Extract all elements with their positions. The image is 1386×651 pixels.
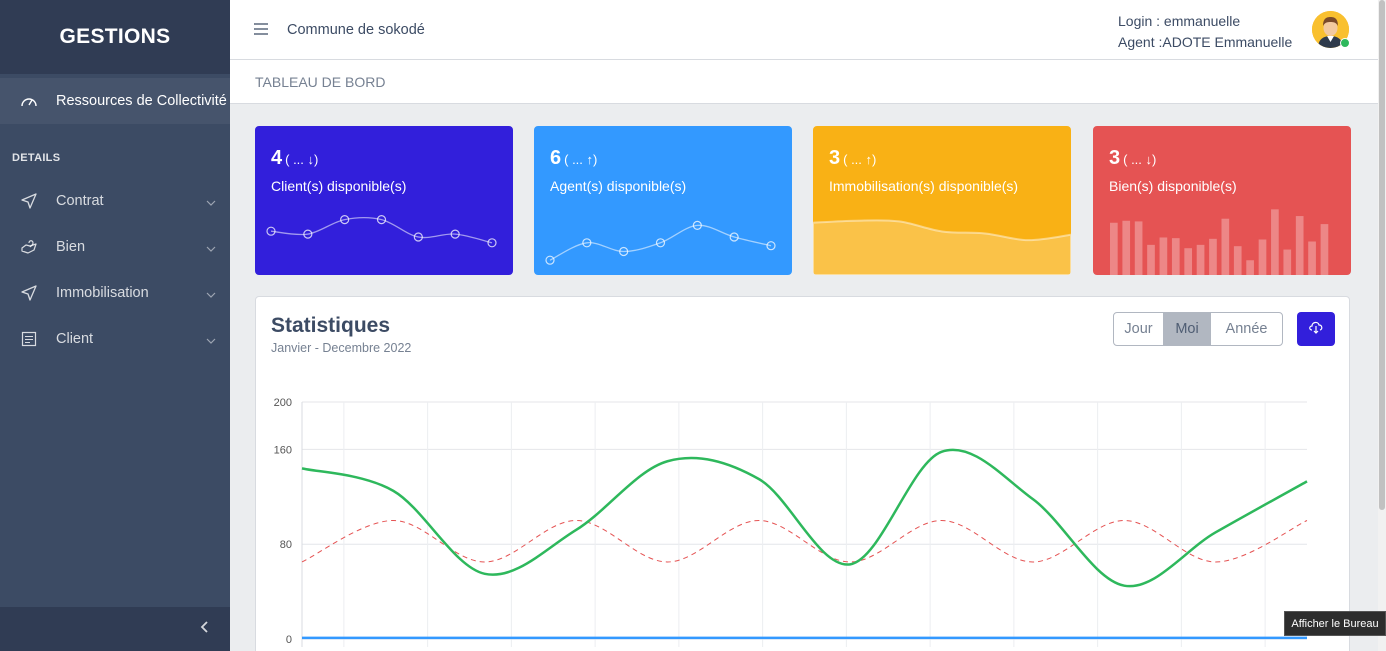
nav-item-label: Immobilisation — [56, 285, 149, 301]
y-tick-label: 80 — [280, 539, 292, 551]
nav-item-label: Contrat — [56, 193, 104, 209]
bar — [1196, 244, 1205, 275]
nav-item-bien[interactable]: Bien — [0, 224, 230, 270]
nav-item-client[interactable]: Client — [0, 316, 230, 362]
sidebar-minimize-button[interactable] — [0, 607, 230, 651]
sparkline-path — [270, 216, 493, 244]
scrollbar-thumb[interactable] — [1379, 0, 1385, 510]
card-subtitle: Janvier - Decembre 2022 — [271, 341, 412, 355]
bar — [1147, 244, 1155, 275]
nav-item-ressources[interactable]: Ressources de Collectivité — [0, 78, 230, 124]
widget-label: Agent(s) disponible(s) — [550, 178, 687, 194]
section-title: DETAILS — [12, 152, 61, 164]
bar — [1110, 222, 1118, 275]
y-tick-label: 160 — [274, 444, 292, 456]
commune-name: Commune de sokodé — [287, 22, 425, 38]
nav-item-contrat[interactable]: Contrat — [0, 178, 230, 224]
send-icon — [18, 192, 40, 210]
widget-clients[interactable]: 4( ... ↓) Client(s) disponible(s) — [255, 126, 513, 275]
widget-biens[interactable]: 3( ... ↓) Bien(s) disponible(s) — [1093, 126, 1351, 275]
period-button-annee[interactable]: Année — [1211, 313, 1282, 345]
bar — [1308, 241, 1316, 275]
agent-line: Agent :ADOTE Emmanuelle — [1118, 34, 1293, 50]
nav-item-immobilisation[interactable]: Immobilisation — [0, 270, 230, 316]
widget-trend: ( ... ↓) — [1123, 152, 1157, 167]
chevron-down-icon — [206, 332, 216, 348]
subheader: TABLEAU DE BORD — [230, 60, 1378, 104]
chevron-down-icon — [206, 240, 216, 256]
page-scrollbar[interactable] — [1378, 0, 1386, 651]
y-tick-label: 200 — [274, 397, 292, 409]
area-series — [813, 219, 1071, 275]
chevron-down-icon — [206, 286, 216, 302]
widget-value: 3( ... ↓) — [1109, 147, 1157, 169]
bar — [1246, 260, 1254, 275]
bar — [1221, 218, 1230, 275]
bar — [1134, 221, 1143, 275]
bar — [1258, 239, 1267, 275]
tooltip: Afficher le Bureau — [1284, 611, 1386, 636]
nav-item-label: Ressources de Collectivité — [56, 93, 227, 109]
widget-value: 4( ... ↓) — [271, 147, 319, 169]
widget-trend: ( ... ↑) — [843, 152, 877, 167]
chevron-down-icon — [206, 194, 216, 210]
widget-value: 3( ... ↑) — [829, 147, 877, 169]
send-icon — [18, 284, 40, 302]
menu-icon[interactable] — [254, 22, 268, 40]
period-button-moi[interactable]: Moi — [1163, 313, 1211, 345]
bar — [1271, 209, 1279, 275]
user-info: Login : emmanuelle Agent :ADOTE Emmanuel… — [1118, 11, 1292, 53]
bar — [1209, 238, 1217, 275]
download-button[interactable] — [1297, 312, 1335, 346]
series-line — [301, 519, 1308, 563]
bar — [1320, 224, 1329, 275]
series-line — [301, 448, 1308, 588]
widget-value: 6( ... ↑) — [550, 147, 598, 169]
bar — [1171, 238, 1180, 275]
widget-label: Client(s) disponible(s) — [271, 178, 407, 194]
speedometer-icon — [18, 92, 40, 110]
sidebar: GESTIONS Ressources de Collectivité DETA… — [0, 0, 230, 651]
sparkline-point — [545, 255, 555, 265]
widget-trend: ( ... ↑) — [564, 152, 598, 167]
widget-label: Immobilisation(s) disponible(s) — [829, 178, 1019, 194]
widget-immobilisations[interactable]: 3( ... ↑) Immobilisation(s) disponible(s… — [813, 126, 1071, 275]
nav-item-label: Bien — [56, 239, 86, 255]
bar — [1159, 237, 1168, 275]
list-icon — [18, 330, 40, 348]
chevron-left-icon — [200, 620, 208, 638]
bar — [1233, 246, 1242, 275]
period-button-jour[interactable]: Jour — [1114, 313, 1163, 345]
bar — [1184, 248, 1193, 275]
cloud-download-icon — [1308, 320, 1324, 339]
heart-hand-icon — [18, 238, 40, 256]
nav-item-label: Client — [56, 331, 94, 347]
widget-label: Bien(s) disponible(s) — [1109, 178, 1237, 194]
y-tick-label: 0 — [286, 634, 292, 646]
period-button-group: Jour Moi Année — [1113, 312, 1283, 346]
bar — [1122, 220, 1131, 275]
brand-title[interactable]: GESTIONS — [0, 0, 230, 74]
card-title: Statistiques — [271, 314, 391, 337]
online-status-dot — [1340, 38, 1350, 48]
widget-agents[interactable]: 6( ... ↑) Agent(s) disponible(s) — [534, 126, 792, 275]
bar — [1283, 249, 1292, 275]
breadcrumb: TABLEAU DE BORD — [255, 74, 386, 90]
statistics-card: 0 80 160 200 Statistiques Janvier - Decembr… — [255, 296, 1350, 651]
widget-trend: ( ... ↓) — [285, 152, 319, 167]
login-line: Login : emmanuelle — [1118, 13, 1241, 29]
header: Commune de sokodé Login : emmanuelle Age… — [230, 0, 1378, 60]
bar — [1295, 216, 1304, 275]
statistics-chart: 0 80 160 200 — [274, 397, 1308, 647]
